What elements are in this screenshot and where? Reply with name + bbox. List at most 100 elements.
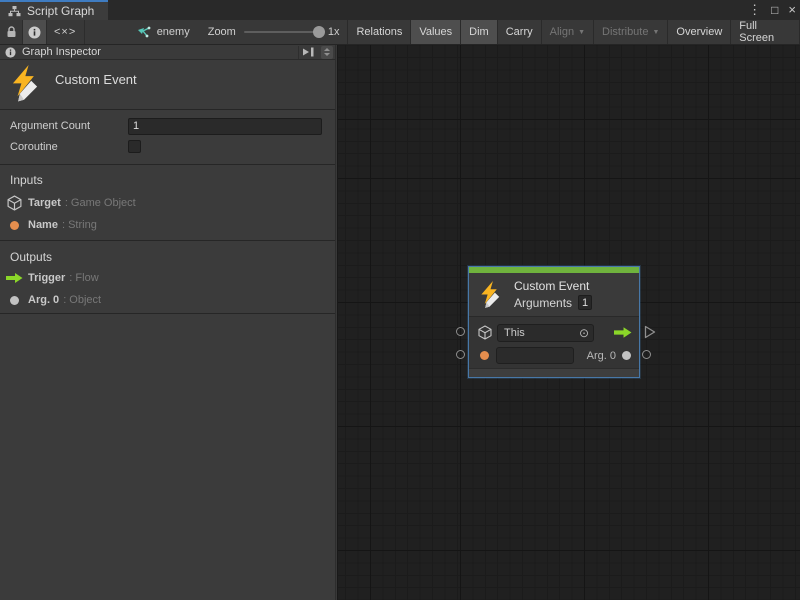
flow-arrow-icon (614, 327, 632, 338)
string-dot-icon (0, 221, 28, 230)
port-name: Name (28, 219, 58, 231)
fullscreen-button[interactable]: Full Screen (730, 20, 800, 44)
info-icon (5, 47, 16, 58)
inputs-header: Inputs (10, 173, 43, 187)
coroutine-checkbox[interactable] (128, 140, 141, 153)
window-controls: ⋮ □ × (748, 0, 796, 20)
output-row-trigger: Trigger : Flow (0, 270, 335, 286)
name-input-field[interactable] (496, 347, 574, 364)
overview-label: Overview (676, 26, 722, 38)
scrub-up-icon (324, 48, 330, 51)
lock-icon (6, 26, 17, 38)
unit-settings-section: Argument Count 1 Coroutine (0, 111, 335, 165)
custom-event-node[interactable]: Custom Event Arguments 1 (468, 266, 640, 378)
info-icon (28, 26, 41, 39)
lock-button[interactable] (0, 20, 22, 44)
unit-header-section: Custom Event (0, 60, 335, 110)
argument-count-label: Argument Count (10, 120, 90, 132)
fullscreen-label: Full Screen (739, 20, 791, 44)
dim-button[interactable]: Dim (460, 20, 497, 44)
input-row-target: Target : Game Object (0, 195, 335, 211)
port-type: : Flow (69, 272, 98, 284)
zoom-slider[interactable] (244, 31, 320, 33)
output-row-arg0: Arg. 0 : Object (0, 292, 335, 308)
carry-button[interactable]: Carry (497, 20, 541, 44)
zoom-control: Zoom 1x (200, 20, 348, 44)
graph-hierarchy-icon (8, 6, 21, 17)
port-name: Arg. 0 (28, 294, 59, 306)
code-view-button[interactable]: <×> (47, 20, 84, 44)
graph-reference-breadcrumb[interactable]: enemy (127, 20, 200, 44)
chevron-down-icon: ▼ (652, 29, 659, 36)
coroutine-label: Coroutine (10, 141, 58, 153)
unity-script-graph-window: Script Graph ⋮ □ × (0, 0, 800, 600)
port-name: Trigger (28, 272, 65, 284)
titlebar: Script Graph ⋮ □ × (0, 0, 800, 20)
zoom-slider-handle[interactable] (313, 26, 325, 38)
tab-script-graph[interactable]: Script Graph (0, 0, 108, 20)
target-value: This (504, 327, 579, 339)
graph-canvas[interactable]: Custom Event Arguments 1 (337, 45, 800, 600)
arguments-count-field[interactable]: 1 (578, 295, 592, 310)
relations-button[interactable]: Relations (347, 20, 410, 44)
port-name: Target (28, 197, 61, 209)
relations-label: Relations (356, 26, 402, 38)
node-row-target: This ⊙ (469, 321, 639, 344)
overview-button[interactable]: Overview (667, 20, 730, 44)
outputs-section: Outputs Trigger : Flow Arg. 0 : Object (0, 242, 335, 314)
dock-panel-button[interactable] (298, 46, 318, 59)
custom-event-icon (478, 281, 504, 309)
cube-icon (478, 325, 492, 340)
zoom-value: 1x (328, 26, 340, 38)
values-button[interactable]: Values (410, 20, 460, 44)
object-dot-icon (0, 296, 28, 305)
maximize-icon[interactable]: □ (771, 0, 778, 20)
panel-scrubber[interactable] (321, 46, 333, 59)
string-dot-icon (480, 351, 489, 360)
node-body: This ⊙ Arg. 0 (469, 317, 639, 368)
chevron-down-icon: ▼ (578, 29, 585, 36)
name-input-port[interactable] (456, 350, 465, 359)
window-menu-icon[interactable]: ⋮ (748, 0, 761, 20)
target-input-port[interactable] (456, 327, 465, 336)
align-dropdown-button[interactable]: Align ▼ (541, 20, 593, 44)
inspector-header: Graph Inspector (0, 45, 335, 60)
custom-event-icon (9, 65, 43, 103)
distribute-dropdown-button[interactable]: Distribute ▼ (593, 20, 667, 44)
inspector-toggle-button[interactable] (23, 20, 45, 44)
arguments-label: Arguments (514, 296, 572, 310)
align-label: Align (550, 26, 574, 38)
trigger-output-port[interactable] (644, 325, 656, 339)
port-type: : Game Object (65, 197, 136, 209)
arg0-label: Arg. 0 (587, 350, 616, 362)
script-graph-asset-icon (137, 26, 151, 39)
graph-toolbar: <×> enemy Zoom 1x Relations (0, 20, 800, 45)
target-object-dropdown[interactable]: This ⊙ (497, 324, 594, 342)
toolbar-separator (84, 20, 85, 44)
flow-arrow-icon (0, 273, 28, 283)
object-dot-icon (622, 351, 631, 360)
carry-label: Carry (506, 26, 533, 38)
tab-label: Script Graph (27, 4, 94, 18)
port-type: : Object (63, 294, 101, 306)
node-header[interactable]: Custom Event Arguments 1 (469, 273, 639, 317)
cube-icon (0, 195, 28, 211)
inspector-title: Graph Inspector (22, 46, 101, 58)
arg0-output-port[interactable] (642, 350, 651, 359)
node-footer (469, 368, 639, 377)
input-row-name: Name : String (0, 217, 335, 233)
inputs-section: Inputs Target : Game Object Name : Strin… (0, 165, 335, 241)
scrub-down-icon (324, 53, 330, 56)
dim-label: Dim (469, 26, 489, 38)
graph-inspector-panel: Graph Inspector (0, 45, 336, 600)
close-icon[interactable]: × (788, 0, 796, 20)
argument-count-input[interactable]: 1 (128, 118, 322, 135)
unit-title: Custom Event (55, 72, 137, 87)
port-type: : String (62, 219, 97, 231)
object-picker-icon[interactable]: ⊙ (579, 326, 589, 340)
node-title: Custom Event (514, 279, 592, 293)
outputs-header: Outputs (10, 250, 52, 264)
distribute-label: Distribute (602, 26, 648, 38)
node-row-arg0: Arg. 0 (469, 344, 639, 367)
zoom-label: Zoom (208, 26, 236, 38)
